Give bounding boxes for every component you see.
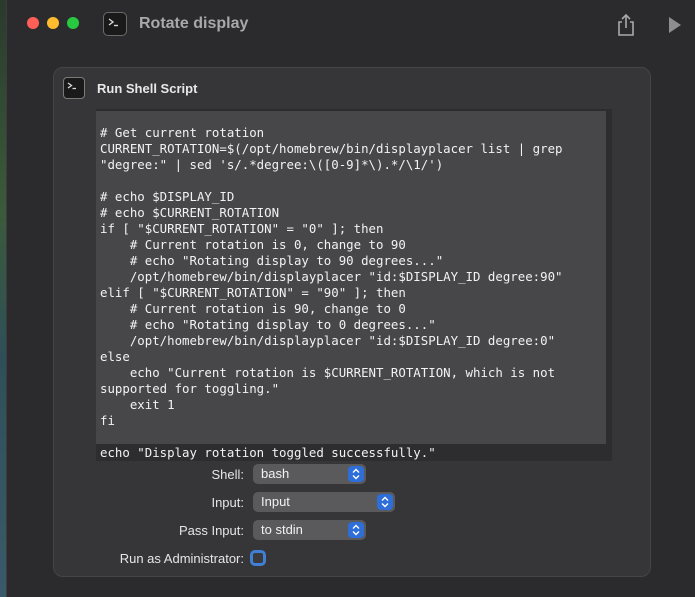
input-label: Input:	[211, 495, 244, 510]
pass-input-label: Pass Input:	[178, 523, 244, 538]
run-as-admin-checkbox[interactable]	[250, 550, 266, 566]
shell-label: Shell:	[211, 467, 244, 482]
input-popup[interactable]: Input	[253, 492, 395, 512]
run-icon[interactable]	[667, 16, 683, 34]
script-editor[interactable]: # Get current rotation CURRENT_ROTATION=…	[96, 109, 612, 461]
terminal-icon	[63, 77, 85, 99]
run-shell-script-action: Run Shell Script # Get current rotation …	[53, 67, 651, 577]
terminal-app-icon[interactable]	[103, 12, 127, 36]
close-window-button[interactable]	[27, 17, 39, 29]
pass-input-value: to stdin	[261, 522, 303, 537]
title-bar: Rotate display	[7, 0, 695, 50]
shortcut-editor-window: Rotate display Run Shell Script # Get cu…	[6, 0, 695, 597]
minimize-window-button[interactable]	[47, 17, 59, 29]
run-as-admin-label: Run as Administrator:	[119, 551, 244, 566]
chevron-updown-icon	[377, 494, 393, 510]
zoom-window-button[interactable]	[67, 17, 79, 29]
input-value: Input	[261, 494, 290, 509]
shell-value: bash	[261, 466, 290, 481]
action-title: Run Shell Script	[97, 81, 198, 96]
chevron-updown-icon	[348, 522, 364, 538]
shell-popup[interactable]: bash	[253, 464, 366, 484]
share-icon[interactable]	[615, 13, 637, 37]
chevron-updown-icon	[348, 466, 364, 482]
script-code[interactable]: # Get current rotation CURRENT_ROTATION=…	[100, 125, 563, 461]
pass-input-popup[interactable]: to stdin	[253, 520, 366, 540]
window-title: Rotate display	[139, 15, 249, 32]
